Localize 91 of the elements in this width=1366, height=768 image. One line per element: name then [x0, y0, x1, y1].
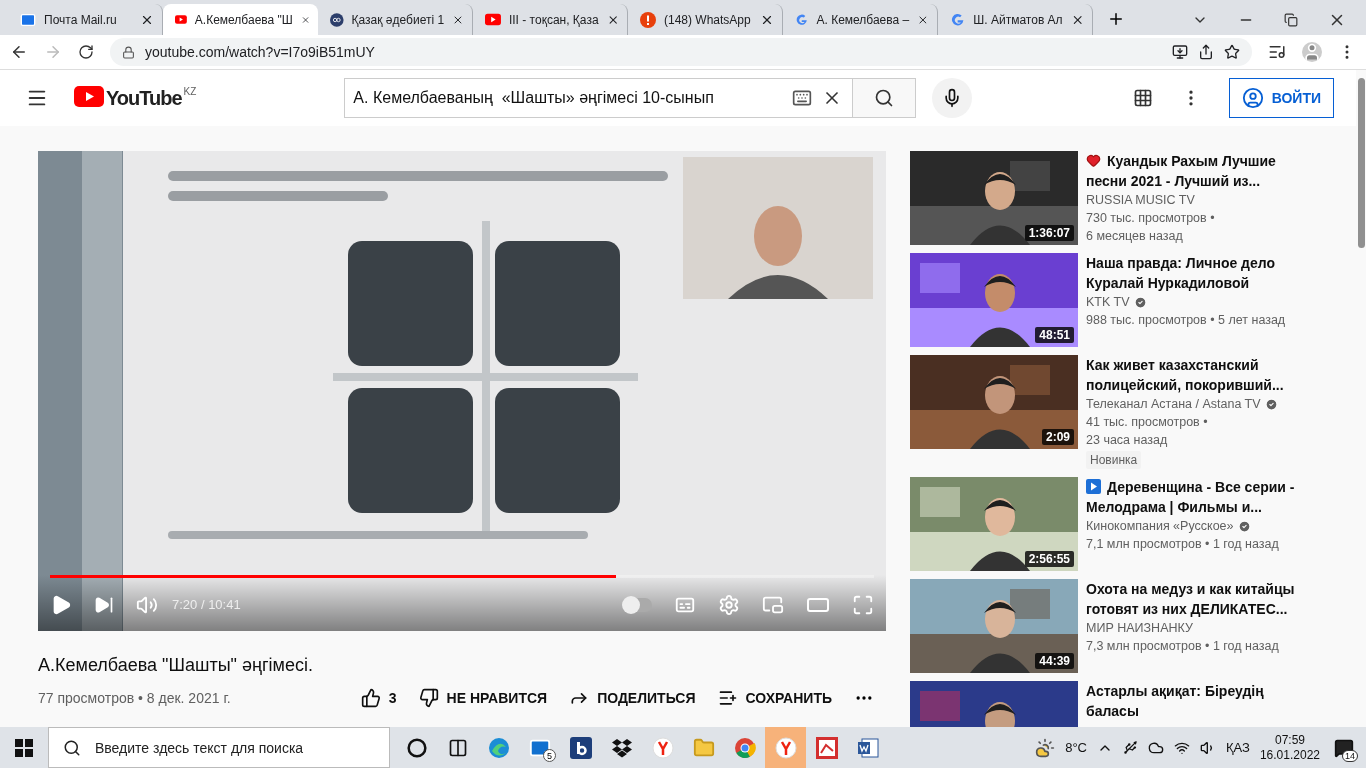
video-stats: 23 часа назад [1086, 432, 1169, 449]
reload-icon[interactable] [78, 44, 94, 60]
clock[interactable]: 07:59 16.01.2022 [1259, 732, 1320, 763]
circle-logo-icon [330, 11, 344, 28]
search-icon [874, 88, 895, 108]
video-duration: 1:36:07 [1024, 225, 1074, 241]
related-video-title[interactable]: Охота на медуз и как китайцы готовят из них ДЕЛИКАТЕС... [1086, 579, 1306, 619]
apps-icon[interactable] [1132, 88, 1153, 108]
task-view-icon [447, 737, 468, 758]
video-stats: 41 тыс. просмотров • [1086, 414, 1209, 431]
thumbs-down-icon [418, 688, 439, 708]
alert-icon [640, 11, 656, 28]
progress-bar[interactable] [50, 575, 874, 578]
fullscreen-icon[interactable] [852, 593, 874, 616]
b-logo-icon [569, 736, 592, 759]
scrollbar-thumb[interactable] [1357, 78, 1365, 248]
keyboard-icon[interactable] [792, 88, 813, 108]
taskbar-app[interactable]: 5 [519, 727, 560, 768]
channel-name[interactable]: МИР НАИЗНАНКУ [1086, 619, 1193, 637]
video-title: А.Кемелбаева "Шашты" әңгімесі. [38, 655, 314, 676]
channel-name[interactable]: KTK TV [1086, 293, 1130, 311]
video-meta: 77 просмотров • 8 дек. 2021 г. [38, 690, 231, 706]
share-button[interactable]: ПОДЕЛИТЬСЯ [569, 688, 696, 708]
g-logo-icon [950, 11, 966, 28]
weather-icon[interactable] [1035, 737, 1056, 758]
video-duration: 48:51 [1035, 327, 1074, 343]
new-tab-icon[interactable] [1107, 10, 1125, 28]
circle-icon [406, 737, 427, 758]
thumbs-up-icon [360, 688, 381, 708]
settings-icon[interactable] [718, 593, 740, 616]
video-stats: 988 тыс. просмотров • 5 лет назад [1086, 312, 1287, 329]
related-video-title[interactable]: Астарлы ақиқат: Біреудің баласы [1086, 681, 1306, 721]
like-button[interactable]: 3 [360, 688, 397, 708]
search-bar[interactable]: А. Кемелбаеваның «Шашты» әңгімесі 10-сынып [344, 78, 917, 118]
channel-name[interactable]: Телеканал Астана / Astana TV [1086, 395, 1261, 413]
dropbox-icon [610, 737, 633, 758]
count-badge: 5 [543, 749, 556, 762]
video-duration: 2:09 [1041, 429, 1074, 445]
folder-icon [692, 736, 715, 759]
lock-icon [122, 45, 135, 59]
dislike-button[interactable]: НЕ НРАВИТСЯ [418, 688, 548, 708]
address-field[interactable]: youtube.com/watch?v=I7o9iB51mUY [110, 38, 1252, 66]
related-video-title[interactable]: Деревенщина - Все серии - Мелодрама | Фильмы и... [1086, 477, 1306, 517]
save-icon [717, 688, 738, 708]
voice-search-button[interactable] [932, 78, 973, 118]
play-logo-icon [485, 13, 501, 26]
profile-icon[interactable] [1302, 42, 1322, 62]
video-stats: 7,1 млн просмотров • 1 год назад [1086, 536, 1280, 553]
media-icon[interactable] [1268, 43, 1286, 61]
wave-logo-icon [487, 736, 510, 759]
related-video-title[interactable]: Наша правда: Личное дело Куралай Нуркадиловой [1086, 253, 1306, 293]
related-video-title[interactable]: Как живет казахстанский полицейский, покоривший... [1086, 355, 1306, 395]
search-button[interactable] [852, 78, 917, 118]
temperature: 8°C [1065, 740, 1087, 755]
video-stats: 6 месяцев назад [1086, 228, 1184, 245]
channel-name[interactable]: Кинокомпания «Русское» [1086, 517, 1234, 535]
video-duration: 2:56:55 [1024, 551, 1074, 567]
notifications-button[interactable]: 14 [1330, 733, 1358, 762]
taskbar-search-bar[interactable]: Введите здесь текст для поиска [48, 727, 390, 768]
install-icon[interactable] [1172, 44, 1188, 60]
mail-icon [20, 11, 36, 28]
video-duration: 44:39 [1035, 653, 1074, 669]
share-icon[interactable] [1198, 44, 1214, 60]
sign-in-button[interactable]: ВОЙТИ [1228, 78, 1334, 118]
video-stats: 7,3 млн просмотров • 1 год назад [1086, 638, 1280, 655]
heart-icon [1086, 153, 1101, 168]
new-badge: Новинка [1086, 451, 1142, 469]
video-stats: 730 тыс. просмотров • [1086, 210, 1216, 227]
browser-tab[interactable]: А.Кемелбаева "Ш [163, 4, 318, 35]
y-logo-icon [774, 736, 797, 759]
search-field[interactable]: А. Кемелбаеваның «Шашты» әңгімесі 10-сынып [351, 88, 793, 108]
document-app-icon [856, 736, 879, 759]
usb-icon[interactable] [1123, 740, 1138, 755]
user-icon [1241, 87, 1264, 109]
chrome-icon [733, 736, 756, 759]
search-icon [63, 738, 81, 757]
back-icon[interactable] [10, 43, 28, 61]
play-icon [1086, 479, 1101, 494]
play-logo-icon [74, 86, 104, 107]
play-logo-icon [175, 13, 187, 26]
save-button[interactable]: СОХРАНИТЬ [717, 688, 832, 708]
video-time: 7:20 / 10:41 [172, 597, 241, 612]
y-logo-icon [651, 736, 674, 759]
chart-app-icon [815, 736, 838, 759]
restore-icon[interactable] [1284, 13, 1298, 27]
channel-name[interactable]: RUSSIA MUSIC TV [1086, 191, 1195, 209]
related-video-title[interactable]: Куандык Рахым Лучшие песни 2021 - Лучший из... [1086, 151, 1306, 191]
search-field[interactable]: Введите здесь текст для поиска [93, 738, 389, 757]
language-indicator[interactable]: ҚАЗ [1226, 740, 1250, 755]
star-icon[interactable] [1224, 44, 1240, 60]
windows-icon [15, 738, 33, 757]
